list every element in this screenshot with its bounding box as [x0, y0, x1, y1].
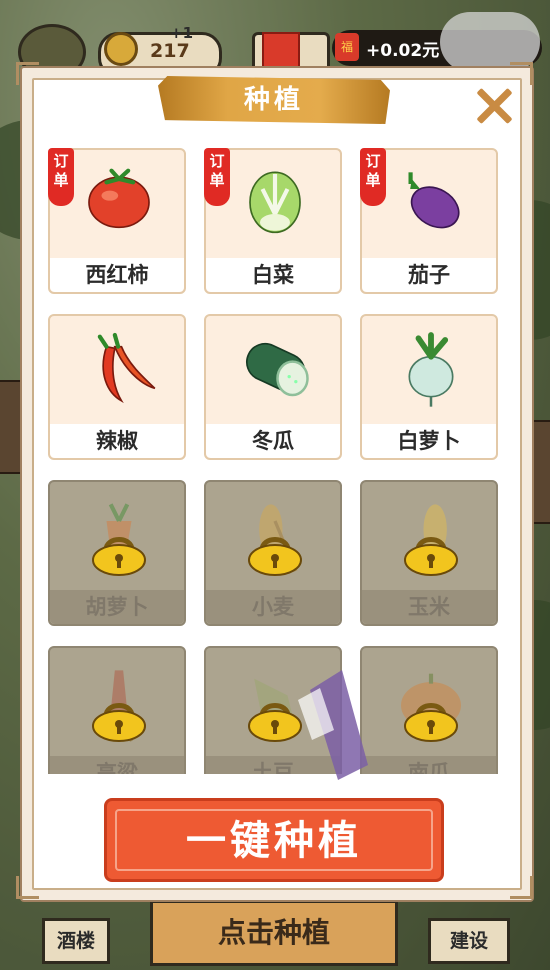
plant-all-button[interactable]: 一键种植 — [104, 798, 444, 882]
crop-name: 玉米 — [362, 590, 496, 624]
order-tag: 订单 — [204, 148, 230, 206]
eggplant-icon — [408, 172, 460, 229]
crop-name: 小麦 — [206, 590, 340, 624]
crop-name: 茄子 — [362, 258, 496, 292]
build-button[interactable]: 建设 — [428, 918, 510, 964]
fortune-packet-icon: 福 — [335, 33, 359, 61]
coin-icon — [104, 32, 138, 66]
lock-icon — [92, 537, 146, 576]
frame-corner — [16, 62, 39, 85]
crop-card[interactable]: 玉米 — [360, 480, 498, 626]
crop-name: 辣椒 — [50, 424, 184, 458]
winter-melon-icon — [246, 342, 309, 397]
crop-card[interactable]: 辣椒 — [48, 314, 186, 460]
tomato-icon — [88, 168, 150, 229]
lock-icon — [248, 537, 302, 576]
crop-name: 南瓜 — [362, 756, 496, 774]
crop-name: 白菜 — [206, 258, 340, 292]
crop-grid: 西红柿 订单 白菜 订单 茄子 订单 辣椒 冬瓜 白萝卜 胡萝卜 小麦 玉米 高粱 土豆 南瓜 — [48, 148, 500, 774]
order-tag: 订单 — [48, 148, 74, 206]
crop-card[interactable]: 高粱 — [48, 646, 186, 774]
crop-card[interactable]: 西红柿 订单 — [48, 148, 186, 294]
lock-icon — [404, 537, 458, 576]
tutorial-hand-icon — [298, 670, 368, 780]
crop-card[interactable]: 胡萝卜 — [48, 480, 186, 626]
close-icon[interactable] — [474, 86, 514, 126]
crop-name: 冬瓜 — [206, 424, 340, 458]
crop-card[interactable]: 茄子 订单 — [360, 148, 498, 294]
frame-corner — [510, 62, 533, 85]
tavern-button[interactable]: 酒楼 — [42, 918, 110, 964]
dialog-title: 种植 — [243, 85, 304, 115]
reward-amount: +0.02元 — [366, 41, 440, 61]
crop-name: 白萝卜 — [362, 424, 496, 458]
coin-value: 217 — [150, 40, 190, 62]
crop-card[interactable]: 冬瓜 — [204, 314, 342, 460]
crop-name: 胡萝卜 — [50, 590, 184, 624]
crop-name: 高粱 — [50, 756, 184, 774]
frame-corner — [510, 876, 533, 899]
crop-name: 西红柿 — [50, 258, 184, 292]
click-plant-button[interactable]: 点击种植 — [150, 900, 398, 966]
lock-icon — [404, 703, 458, 742]
lock-icon — [92, 703, 146, 742]
crop-card[interactable]: 小麦 — [204, 480, 342, 626]
chili-icon — [97, 332, 156, 404]
crop-card[interactable]: 白菜 订单 — [204, 148, 342, 294]
frame-corner — [16, 876, 39, 899]
plant-all-label: 一键种植 — [186, 818, 362, 864]
crop-card[interactable]: 南瓜 — [360, 646, 498, 774]
radish-icon — [408, 332, 454, 407]
crop-card[interactable]: 白萝卜 — [360, 314, 498, 460]
order-tag: 订单 — [360, 148, 386, 206]
cabbage-icon — [249, 171, 301, 234]
